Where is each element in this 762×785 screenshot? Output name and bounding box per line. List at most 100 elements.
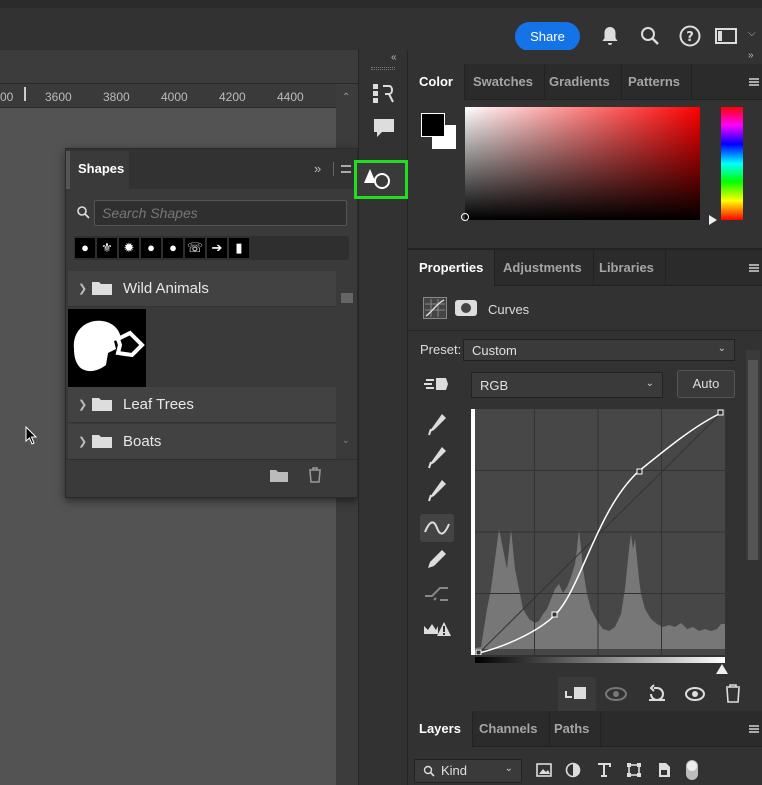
scrollbar-thumb[interactable] bbox=[748, 360, 758, 560]
collapse-dock-icon[interactable]: » bbox=[748, 50, 754, 61]
properties-scrollbar[interactable] bbox=[746, 350, 760, 560]
mask-icon[interactable] bbox=[455, 300, 477, 316]
tab-properties[interactable]: Properties bbox=[408, 250, 496, 286]
smart-object-filter-icon[interactable] bbox=[656, 762, 672, 778]
curve-point-tool-icon[interactable] bbox=[420, 514, 454, 542]
visibility-eye-icon[interactable] bbox=[676, 677, 714, 711]
thought-bubble-shape-icon[interactable]: ● bbox=[163, 238, 183, 258]
fleur-de-lis-shape-icon[interactable]: ⚜ bbox=[97, 238, 117, 258]
channel-value: RGB bbox=[480, 378, 509, 393]
chevron-right-icon: ❯ bbox=[78, 399, 88, 411]
channel-dropdown[interactable]: RGB ⌄ bbox=[471, 372, 663, 398]
shape-group-wild-animals[interactable]: ❯ Wild Animals bbox=[68, 271, 336, 307]
shape-layer-filter-icon[interactable] bbox=[626, 762, 642, 778]
collapse-panel-icon[interactable]: » bbox=[314, 161, 321, 176]
hue-slider[interactable] bbox=[709, 107, 743, 225]
ruler-tick: 4000 bbox=[161, 90, 188, 104]
pencil-icon[interactable] bbox=[420, 546, 454, 574]
tab-color[interactable]: Color bbox=[408, 64, 465, 100]
ruler-tick: 00 bbox=[0, 90, 14, 104]
gray-point-eyedropper-icon[interactable] bbox=[420, 443, 454, 471]
ruler-tick: 3800 bbox=[103, 90, 130, 104]
panel-menu-icon[interactable] bbox=[749, 78, 759, 86]
tab-patterns[interactable]: Patterns bbox=[617, 64, 693, 100]
right-panel-dock: » Color Swatches Gradients Patterns Prop… bbox=[408, 50, 762, 785]
panel-menu-icon[interactable] bbox=[749, 725, 759, 733]
pixel-layer-filter-icon[interactable] bbox=[536, 762, 552, 778]
adjustment-layer-filter-icon[interactable] bbox=[565, 762, 581, 778]
speech-bubble-2-shape-icon[interactable]: ● bbox=[141, 238, 161, 258]
history-icon[interactable] bbox=[367, 78, 401, 108]
black-input-slider[interactable] bbox=[473, 664, 485, 674]
tab-paths[interactable]: Paths bbox=[543, 711, 602, 747]
white-input-slider[interactable] bbox=[716, 664, 728, 674]
layer-filter-kind-dropdown[interactable]: Kind ⌄ bbox=[414, 759, 522, 783]
trash-icon[interactable] bbox=[308, 467, 322, 483]
scrollbar-thumb[interactable] bbox=[341, 293, 353, 303]
tab-layers[interactable]: Layers bbox=[408, 711, 473, 747]
curves-graph[interactable] bbox=[471, 409, 725, 655]
folder-icon bbox=[92, 282, 112, 295]
share-button[interactable]: Share bbox=[515, 22, 580, 51]
top-bar: Share ? ⌵ bbox=[0, 0, 762, 51]
help-icon[interactable]: ? bbox=[678, 24, 702, 48]
shapes-panel-toggle-button[interactable] bbox=[354, 160, 408, 199]
footprint-shape-icon[interactable]: ▮ bbox=[229, 238, 249, 258]
expand-panels-icon[interactable]: « bbox=[391, 52, 397, 63]
comments-icon[interactable] bbox=[367, 113, 401, 143]
football-helmet-shape[interactable] bbox=[68, 309, 146, 387]
smooth-curve-icon[interactable] bbox=[420, 580, 454, 608]
telephone-shape-icon[interactable]: ☏ bbox=[185, 238, 205, 258]
chevron-down-icon: ⌄ bbox=[504, 763, 513, 774]
adjustment-type-label: Curves bbox=[488, 302, 530, 317]
tab-adjustments[interactable]: Adjustments bbox=[492, 250, 594, 286]
delete-adjustment-icon[interactable] bbox=[714, 677, 752, 711]
auto-button[interactable]: Auto bbox=[677, 370, 735, 398]
chevron-right-icon: ❯ bbox=[78, 436, 88, 448]
document-tab-bar bbox=[0, 50, 358, 84]
properties-bottom-bar bbox=[558, 677, 762, 711]
workspace-icon[interactable] bbox=[714, 24, 738, 48]
drag-handle[interactable] bbox=[371, 67, 395, 70]
white-point-eyedropper-icon[interactable] bbox=[420, 476, 454, 504]
panel-menu-icon[interactable] bbox=[749, 264, 759, 272]
panel-menu-icon[interactable] bbox=[341, 165, 351, 173]
workspace-chevron-icon[interactable]: ⌵ bbox=[748, 28, 756, 39]
ruler-tick: 3600 bbox=[45, 90, 72, 104]
color-picker-handle[interactable] bbox=[461, 213, 469, 221]
tab-gradients[interactable]: Gradients bbox=[538, 64, 622, 100]
input-gradient-bar bbox=[475, 657, 725, 663]
shapes-search-input[interactable]: Search Shapes bbox=[94, 200, 347, 226]
search-icon[interactable] bbox=[638, 24, 662, 48]
preset-dropdown[interactable]: Custom ⌄ bbox=[463, 339, 735, 361]
scroll-down-icon[interactable]: ⌄ bbox=[342, 435, 350, 446]
black-point-eyedropper-icon[interactable] bbox=[420, 410, 454, 438]
shape-group-leaf-trees[interactable]: ❯ Leaf Trees bbox=[68, 387, 336, 423]
hue-slider-handle[interactable] bbox=[709, 215, 717, 225]
filter-kind-label: Kind bbox=[441, 763, 468, 778]
on-image-adjust-icon[interactable] bbox=[420, 370, 454, 398]
burst-shape-icon[interactable]: ✹ bbox=[119, 238, 139, 258]
tab-libraries[interactable]: Libraries bbox=[588, 250, 666, 286]
tab-channels[interactable]: Channels bbox=[468, 711, 550, 747]
shapes-scrollbar[interactable]: ⌄ bbox=[339, 271, 355, 457]
tab-swatches[interactable]: Swatches bbox=[462, 64, 545, 100]
clipping-warning-icon[interactable] bbox=[420, 614, 454, 642]
speech-bubble-shape-icon[interactable]: ● bbox=[75, 238, 95, 258]
bell-icon[interactable] bbox=[598, 24, 622, 48]
ruler-tick: 4200 bbox=[219, 90, 246, 104]
new-group-folder-icon[interactable] bbox=[270, 469, 288, 482]
search-placeholder: Search Shapes bbox=[102, 205, 198, 221]
foreground-color-swatch[interactable] bbox=[421, 113, 445, 137]
view-previous-state-icon[interactable] bbox=[598, 677, 636, 711]
arrow-shape-icon[interactable]: ➔ bbox=[207, 238, 227, 258]
clip-to-layer-icon[interactable] bbox=[558, 677, 596, 711]
scroll-up-icon[interactable]: ⌃ bbox=[342, 92, 350, 103]
reset-icon[interactable] bbox=[638, 677, 676, 711]
color-field[interactable] bbox=[461, 107, 700, 221]
filter-toggle[interactable] bbox=[686, 760, 698, 780]
tab-shapes[interactable]: Shapes bbox=[66, 151, 129, 189]
type-layer-filter-icon[interactable] bbox=[596, 762, 612, 778]
shape-group-boats[interactable]: ❯ Boats bbox=[68, 424, 336, 460]
preset-value: Custom bbox=[472, 343, 517, 358]
